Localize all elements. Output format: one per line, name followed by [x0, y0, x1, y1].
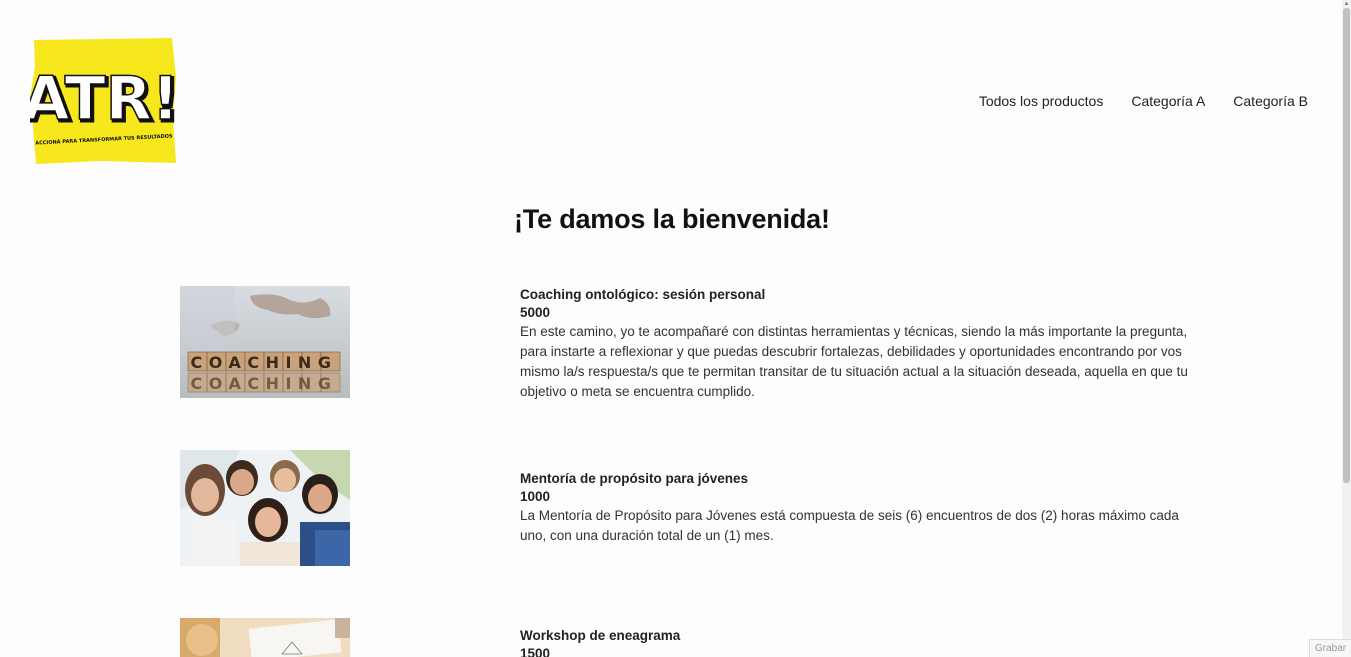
- product-info: Workshop de eneagrama 1500: [520, 627, 1190, 657]
- product-description: La Mentoría de Propósito para Jóvenes es…: [520, 508, 1179, 543]
- product-info: Coaching ontológico: sesión personal 500…: [520, 286, 1190, 402]
- product-price: 1000: [520, 489, 551, 504]
- product-image-mentoria[interactable]: [180, 450, 350, 566]
- product-title[interactable]: Coaching ontológico: sesión personal: [520, 286, 1190, 304]
- product-image-coaching[interactable]: COACHING COACHING: [180, 286, 350, 398]
- product-description: En este camino, yo te acompañaré con dis…: [520, 324, 1188, 399]
- recorder-badge[interactable]: Grabar: [1309, 639, 1351, 657]
- vertical-scrollbar[interactable]: [1342, 0, 1351, 657]
- product-image-eneagrama[interactable]: [180, 618, 350, 657]
- svg-text:COACHING: COACHING: [191, 353, 338, 372]
- page: ATR! ATR! ACCIONÁ PARA TRANSFORMAR TUS R…: [0, 0, 1351, 657]
- scrollbar-thumb[interactable]: [1343, 8, 1350, 483]
- site-logo[interactable]: ATR! ATR! ACCIONÁ PARA TRANSFORMAR TUS R…: [22, 37, 183, 164]
- main-nav: Todos los productos Categoría A Categorí…: [979, 92, 1308, 110]
- nav-todos-los-productos[interactable]: Todos los productos: [979, 92, 1104, 110]
- product-info: Mentoría de propósito para jóvenes 1000 …: [520, 470, 1190, 546]
- product-title[interactable]: Workshop de eneagrama: [520, 627, 1190, 645]
- nav-categoria-a[interactable]: Categoría A: [1131, 92, 1205, 110]
- product-price: 1500: [520, 646, 551, 657]
- svg-text:ATR!: ATR!: [30, 64, 176, 134]
- page-title: ¡Te damos la bienvenida!: [514, 204, 830, 234]
- svg-text:COACHING: COACHING: [191, 374, 338, 393]
- product-price: 5000: [520, 305, 551, 320]
- product-title[interactable]: Mentoría de propósito para jóvenes: [520, 470, 1190, 488]
- scroll-up-icon[interactable]: ▲: [1342, 0, 1351, 8]
- nav-categoria-b[interactable]: Categoría B: [1233, 92, 1308, 110]
